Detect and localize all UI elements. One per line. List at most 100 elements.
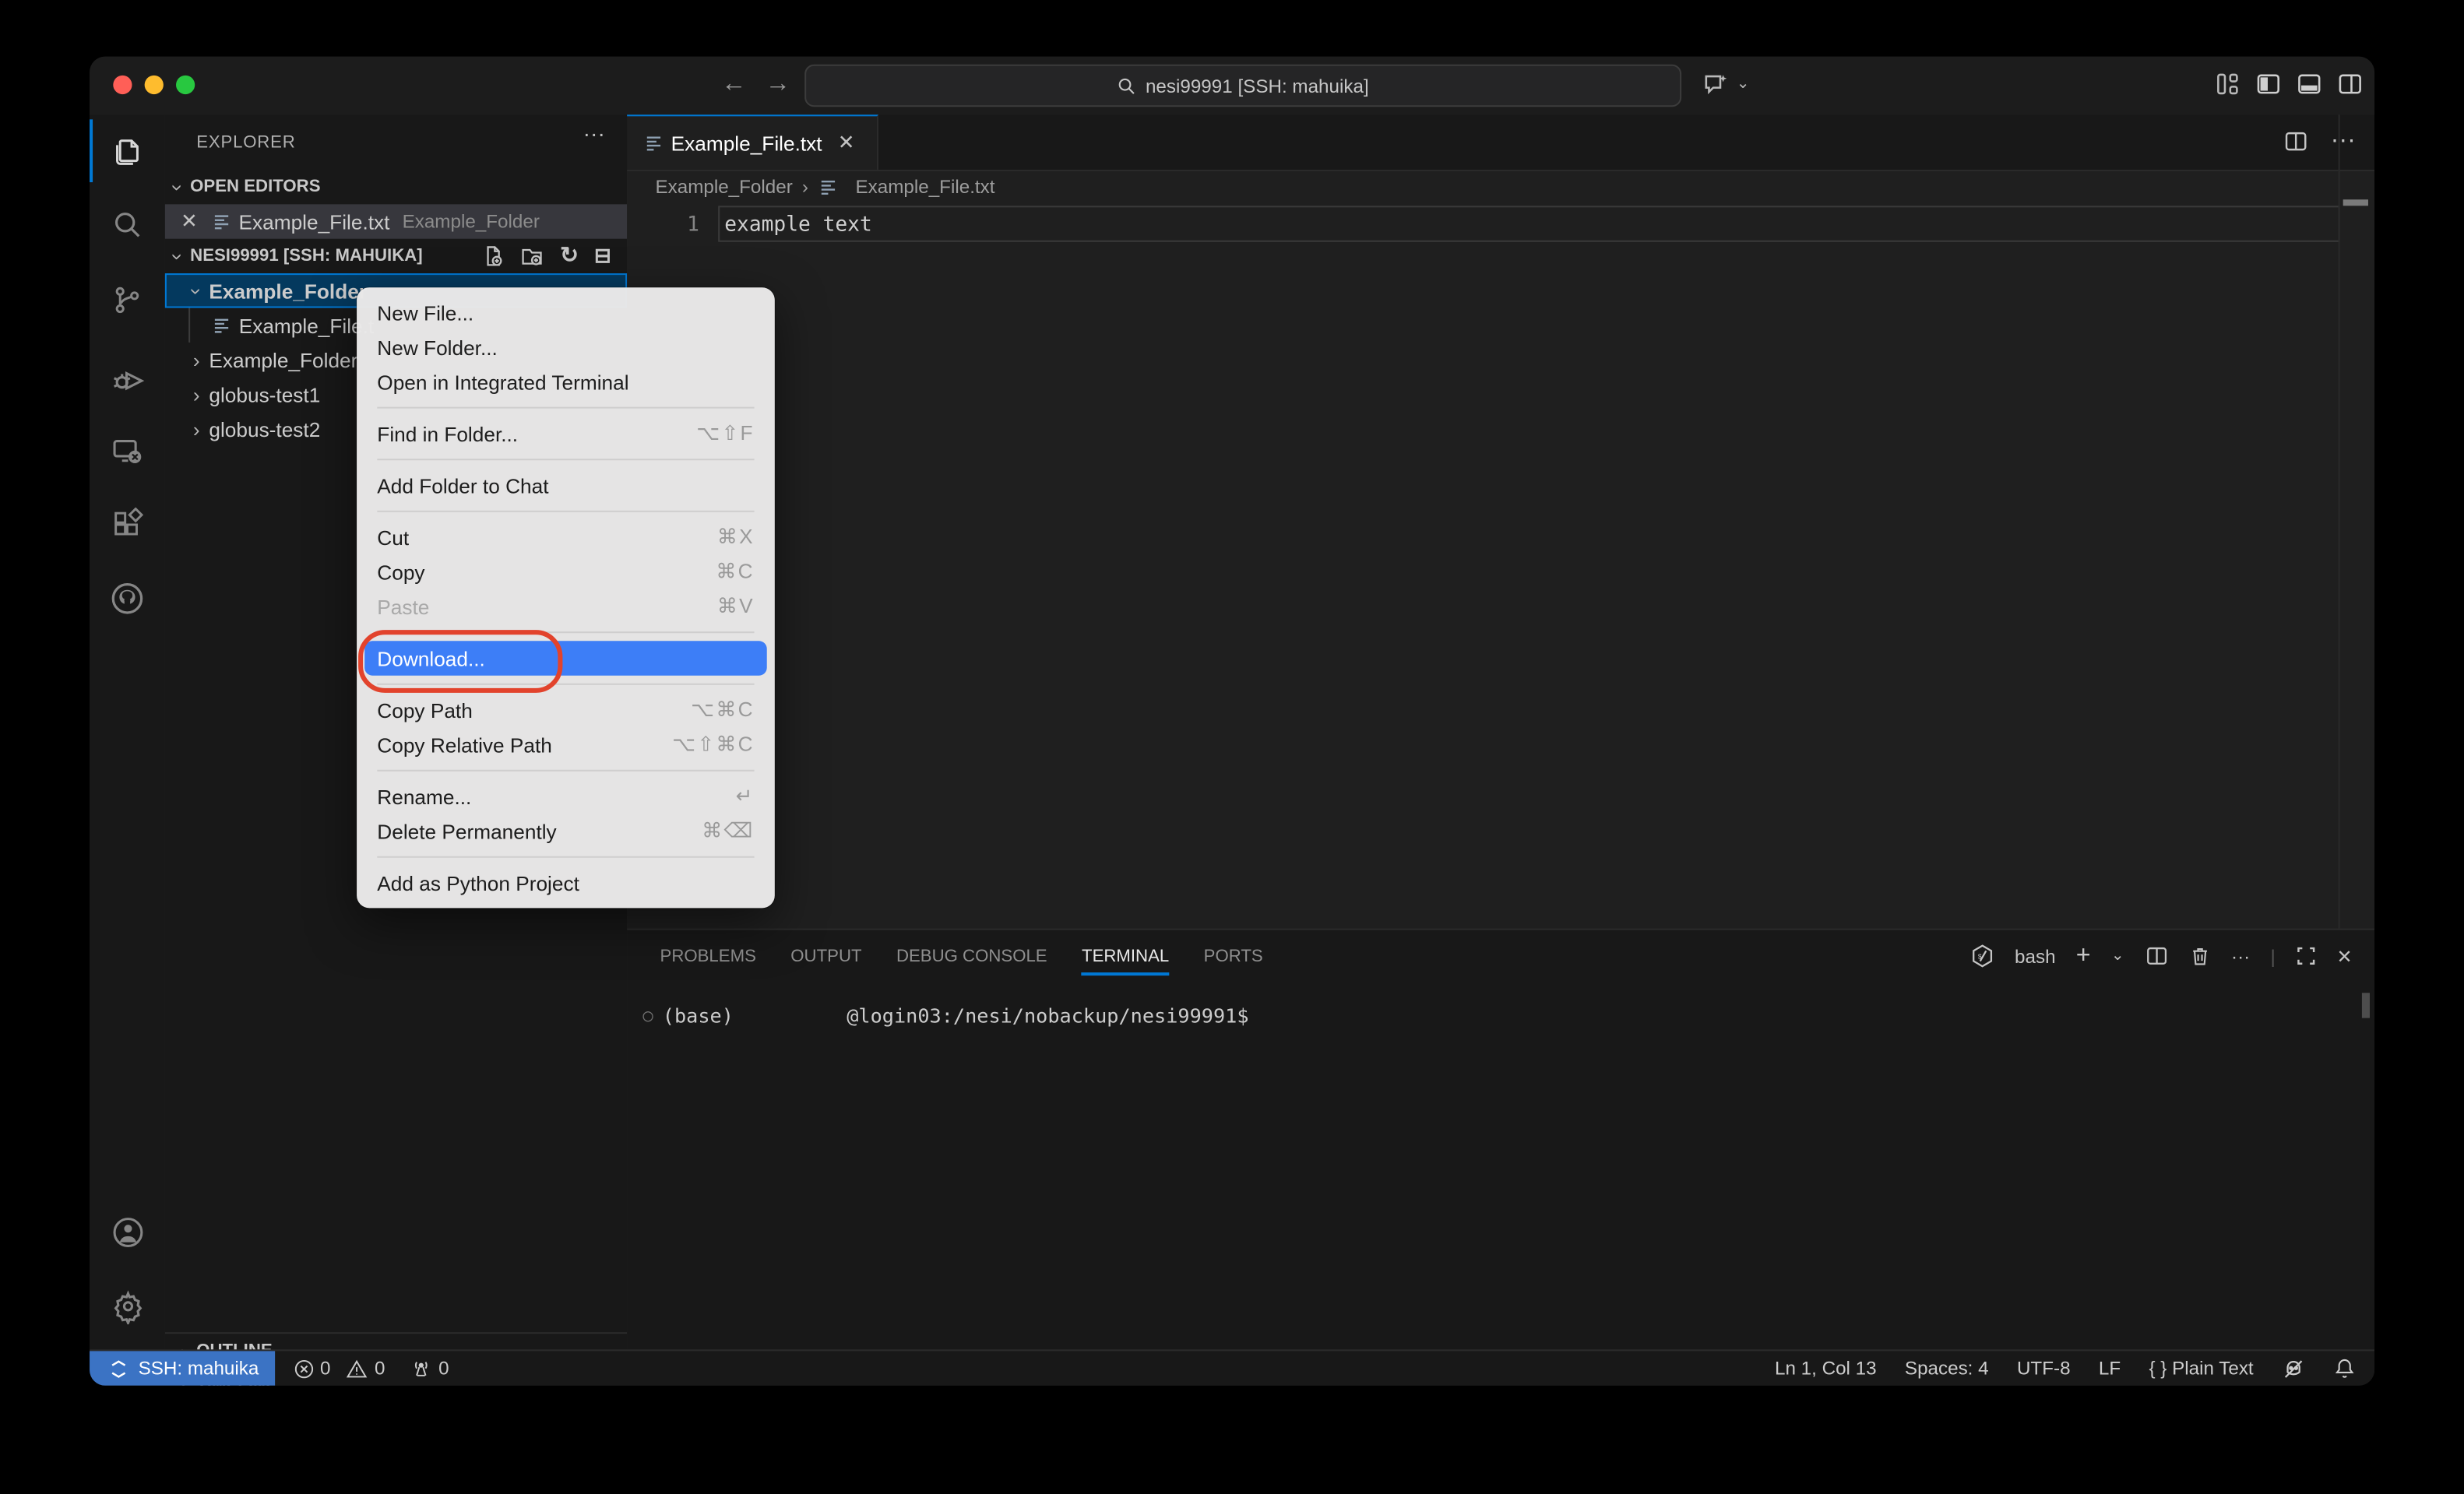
- workspace-section-header[interactable]: › NESI99991 [SSH: MAHUIKA] ↻ ⊟: [165, 239, 627, 273]
- tree-item-label: globus-test1: [209, 382, 320, 406]
- breadcrumb[interactable]: Example_Folder › Example_File.txt: [655, 170, 994, 204]
- remote-indicator[interactable]: SSH: mahuika: [90, 1351, 275, 1385]
- encoding[interactable]: UTF-8: [2017, 1357, 2071, 1379]
- close-tab-icon[interactable]: ✕: [838, 130, 855, 155]
- tab-debug-console[interactable]: DEBUG CONSOLE: [896, 930, 1047, 983]
- menu-item-rename[interactable]: Rename...↵: [357, 779, 775, 814]
- forward-icon[interactable]: →: [766, 68, 790, 102]
- close-panel-icon[interactable]: ✕: [2336, 945, 2352, 967]
- menu-item-add-folder-to-chat[interactable]: Add Folder to Chat: [357, 468, 775, 502]
- editor-area: Example_File.txt ✕ ··· Example_Folder › …: [627, 114, 2374, 928]
- collapse-folders-icon[interactable]: ⊟: [594, 243, 611, 268]
- copilot-chat-icon[interactable]: [1702, 71, 1730, 99]
- title-bar: ← → nesi99991 [SSH: mahuika] ⌄: [90, 57, 2374, 117]
- file-icon: [644, 134, 663, 153]
- new-terminal-icon[interactable]: +: [2076, 942, 2091, 970]
- menu-item-copy-relative-path[interactable]: Copy Relative Path⌥⇧⌘C: [357, 727, 775, 761]
- tree-item-label: globus-test2: [209, 417, 320, 441]
- problems-status[interactable]: 0 0: [294, 1357, 385, 1379]
- menu-item-open-in-integrated-terminal[interactable]: Open in Integrated Terminal: [357, 364, 775, 399]
- source-control-icon[interactable]: [90, 264, 165, 336]
- tab-label: Example_File.txt: [671, 131, 822, 154]
- menu-item-copy[interactable]: Copy⌘C: [357, 554, 775, 589]
- maximize-panel-icon[interactable]: [2296, 946, 2316, 966]
- bottom-panel: PROBLEMS OUTPUT DEBUG CONSOLE TERMINAL P…: [627, 929, 2374, 1353]
- open-editor-item[interactable]: ✕ Example_File.txt Example_Folder: [165, 204, 627, 238]
- kill-terminal-icon[interactable]: [2189, 944, 2211, 968]
- tab-problems[interactable]: PROBLEMS: [660, 930, 756, 983]
- split-terminal-icon[interactable]: [2145, 944, 2168, 968]
- screen: ← → nesi99991 [SSH: mahuika] ⌄: [0, 0, 2464, 1494]
- code-line[interactable]: 1 example text: [627, 207, 2374, 241]
- sidebar-title: EXPLORER: [165, 133, 296, 152]
- maximize-window-button[interactable]: [176, 76, 195, 94]
- bash-icon: $: [1971, 944, 1994, 968]
- split-editor-icon[interactable]: [2283, 128, 2308, 153]
- search-icon[interactable]: [90, 188, 165, 261]
- terminal-prompt-line[interactable]: ○ (base) @login03:/nesi/nobackup/nesi999…: [642, 1004, 1248, 1027]
- notifications-bell-icon[interactable]: [2334, 1357, 2356, 1379]
- menu-item-cut[interactable]: Cut⌘X: [357, 520, 775, 554]
- settings-gear-icon[interactable]: [90, 1269, 165, 1341]
- minimap-slider[interactable]: [2343, 199, 2368, 206]
- menu-item-add-as-python-project[interactable]: Add as Python Project: [357, 866, 775, 900]
- copilot-disabled-icon[interactable]: [2282, 1356, 2305, 1380]
- new-folder-icon[interactable]: [521, 244, 544, 266]
- open-editors-header[interactable]: › OPEN EDITORS: [165, 170, 627, 204]
- menu-separator: [377, 459, 754, 460]
- explorer-icon[interactable]: [90, 114, 165, 187]
- status-bar: SSH: mahuika 0 0 0 Ln 1, Col 13 Spaces: …: [90, 1349, 2374, 1385]
- ports-status[interactable]: 0: [410, 1357, 449, 1379]
- cursor-position[interactable]: Ln 1, Col 13: [1775, 1357, 1877, 1379]
- explorer-more-actions-icon[interactable]: ···: [583, 121, 605, 146]
- menu-item-delete-permanently[interactable]: Delete Permanently⌘⌫: [357, 814, 775, 848]
- tab-output[interactable]: OUTPUT: [790, 930, 861, 983]
- toggle-panel-icon[interactable]: [2296, 71, 2322, 97]
- back-icon[interactable]: ←: [721, 68, 746, 102]
- remote-explorer-icon[interactable]: [90, 415, 165, 487]
- terminal-env: (base): [663, 1004, 734, 1027]
- breadcrumb-folder[interactable]: Example_Folder: [655, 176, 792, 198]
- remote-label: SSH: mahuika: [139, 1357, 259, 1379]
- open-editor-file-label: Example_File.txt: [239, 209, 390, 233]
- terminal-host-path: @login03:/nesi/nobackup/nesi99991$: [847, 1004, 1248, 1027]
- github-icon[interactable]: [90, 562, 165, 635]
- extensions-icon[interactable]: [90, 489, 165, 561]
- accounts-icon[interactable]: [90, 1196, 165, 1268]
- close-editor-icon[interactable]: ✕: [181, 209, 198, 234]
- menu-separator: [377, 770, 754, 772]
- panel-more-actions-icon[interactable]: ···: [2231, 945, 2250, 967]
- prompt-decoration-icon: ○: [642, 1005, 653, 1025]
- menu-item-new-folder[interactable]: New Folder...: [357, 330, 775, 364]
- indentation[interactable]: Spaces: 4: [1905, 1357, 1989, 1379]
- tab-terminal[interactable]: TERMINAL: [1082, 930, 1169, 983]
- close-window-button[interactable]: [113, 76, 132, 94]
- search-value: nesi99991 [SSH: mahuika]: [1146, 75, 1369, 97]
- command-center-search[interactable]: nesi99991 [SSH: mahuika]: [804, 65, 1681, 107]
- tab-ports[interactable]: PORTS: [1204, 930, 1263, 983]
- customize-layout-icon[interactable]: [2214, 71, 2240, 97]
- shell-label[interactable]: bash: [2015, 945, 2056, 967]
- menu-item-copy-path[interactable]: Copy Path⌥⌘C: [357, 693, 775, 727]
- eol-sequence[interactable]: LF: [2099, 1357, 2121, 1379]
- file-icon: [212, 212, 231, 230]
- breadcrumb-file[interactable]: Example_File.txt: [855, 176, 994, 198]
- tree-item-label: Example_Folder: [209, 279, 367, 302]
- run-debug-icon[interactable]: [90, 341, 165, 413]
- minimize-window-button[interactable]: [145, 76, 164, 94]
- menu-item-new-file[interactable]: New File...: [357, 295, 775, 329]
- chevron-down-icon[interactable]: ⌄: [1737, 76, 1750, 93]
- new-file-icon[interactable]: [483, 244, 505, 266]
- indent-guide: [188, 308, 190, 343]
- refresh-icon[interactable]: ↻: [560, 242, 579, 269]
- editor-tab-active[interactable]: Example_File.txt ✕: [627, 114, 878, 170]
- toggle-secondary-sidebar-icon[interactable]: [2337, 71, 2364, 97]
- menu-item-find-in-folder[interactable]: Find in Folder...⌥⇧F: [357, 417, 775, 451]
- language-mode[interactable]: { } Plain Text: [2149, 1357, 2253, 1379]
- terminal-scrollbar[interactable]: [2362, 993, 2370, 1018]
- toggle-primary-sidebar-icon[interactable]: [2255, 71, 2282, 97]
- menu-separator: [377, 856, 754, 858]
- open-editors-label: OPEN EDITORS: [190, 178, 320, 196]
- editor-more-actions-icon[interactable]: ···: [2331, 127, 2356, 155]
- terminal-dropdown-icon[interactable]: ⌄: [2111, 947, 2124, 965]
